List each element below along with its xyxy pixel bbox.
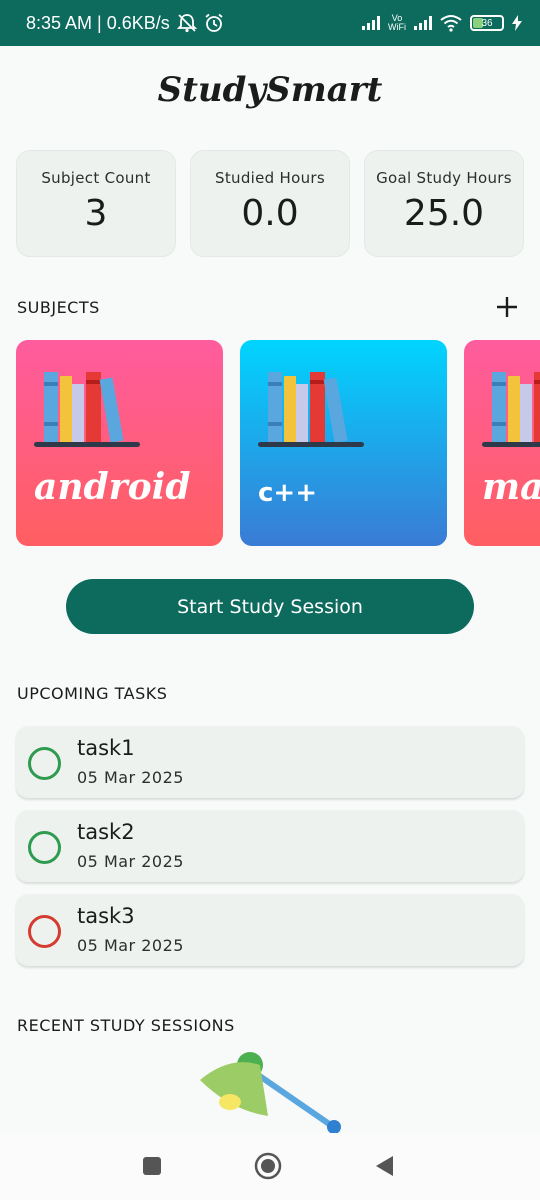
stat-value: 0.0 <box>241 193 299 234</box>
subjects-carousel[interactable]: android c++ m <box>16 340 540 546</box>
recent-sessions-heading: RECENT STUDY SESSIONS <box>17 1016 235 1035</box>
subject-card-math[interactable]: mat <box>464 340 540 546</box>
books-icon <box>482 372 540 447</box>
cell-signal-icon <box>362 16 380 30</box>
books-icon <box>258 372 364 447</box>
task-date: 05 Mar 2025 <box>77 852 184 871</box>
stat-value: 25.0 <box>403 193 485 234</box>
task-card[interactable]: task2 05 Mar 2025 <box>16 810 524 882</box>
task-date: 05 Mar 2025 <box>77 768 184 787</box>
status-bar: 8:35 AM | 0.6KB/s Vo WiFi 36 <box>0 0 540 46</box>
books-icon <box>34 372 140 447</box>
alarm-icon <box>205 13 223 32</box>
add-subject-button[interactable] <box>490 290 524 324</box>
task-checkbox[interactable] <box>28 915 61 948</box>
cell-signal-2-icon <box>414 16 432 30</box>
task-date: 05 Mar 2025 <box>77 936 184 955</box>
subject-name: c++ <box>258 478 317 508</box>
charging-bolt-icon <box>512 15 522 31</box>
stat-label: Subject Count <box>41 169 151 187</box>
task-title: task1 <box>77 736 135 760</box>
stat-value: 3 <box>84 193 108 234</box>
task-checkbox[interactable] <box>28 747 61 780</box>
stat-card-studied-hours: Studied Hours 0.0 <box>190 150 350 257</box>
wifi-icon <box>440 15 462 32</box>
home-button[interactable] <box>253 1151 283 1181</box>
stat-label: Goal Study Hours <box>376 169 512 187</box>
subject-name: mat <box>482 466 540 508</box>
stat-card-subject-count: Subject Count 3 <box>16 150 176 257</box>
triangle-back-icon <box>376 1156 393 1176</box>
plus-icon <box>497 297 517 317</box>
task-card[interactable]: task3 05 Mar 2025 <box>16 894 524 966</box>
subject-card-cpp[interactable]: c++ <box>240 340 447 546</box>
vowifi-indicator: Vo WiFi <box>388 13 406 32</box>
start-study-session-button[interactable]: Start Study Session <box>66 579 474 634</box>
notifications-muted-icon <box>176 14 197 33</box>
system-navigation-bar <box>0 1133 540 1200</box>
subject-name: android <box>34 466 191 508</box>
upcoming-tasks-heading: UPCOMING TASKS <box>17 684 168 703</box>
battery-level: 36 <box>481 17 493 29</box>
subject-card-android[interactable]: android <box>16 340 223 546</box>
task-list: task1 05 Mar 2025 task2 05 Mar 2025 task… <box>16 726 524 978</box>
battery-icon: 36 <box>470 15 504 31</box>
circle-home-icon <box>254 1152 282 1180</box>
desk-lamp-illustration <box>200 1052 341 1134</box>
square-icon <box>143 1157 161 1175</box>
task-checkbox[interactable] <box>28 831 61 864</box>
status-time: 8:35 AM | 0.6KB/s <box>26 12 170 33</box>
stats-row: Subject Count 3 Studied Hours 0.0 Goal S… <box>16 150 524 257</box>
recents-button[interactable] <box>137 1151 167 1181</box>
stat-card-goal-hours[interactable]: Goal Study Hours 25.0 <box>364 150 524 257</box>
stat-label: Studied Hours <box>215 169 325 187</box>
task-card[interactable]: task1 05 Mar 2025 <box>16 726 524 798</box>
task-title: task2 <box>77 820 135 844</box>
subjects-heading: SUBJECTS <box>17 298 100 317</box>
task-title: task3 <box>77 904 135 928</box>
back-button[interactable] <box>369 1151 399 1181</box>
app-title: StudySmart <box>157 70 383 110</box>
